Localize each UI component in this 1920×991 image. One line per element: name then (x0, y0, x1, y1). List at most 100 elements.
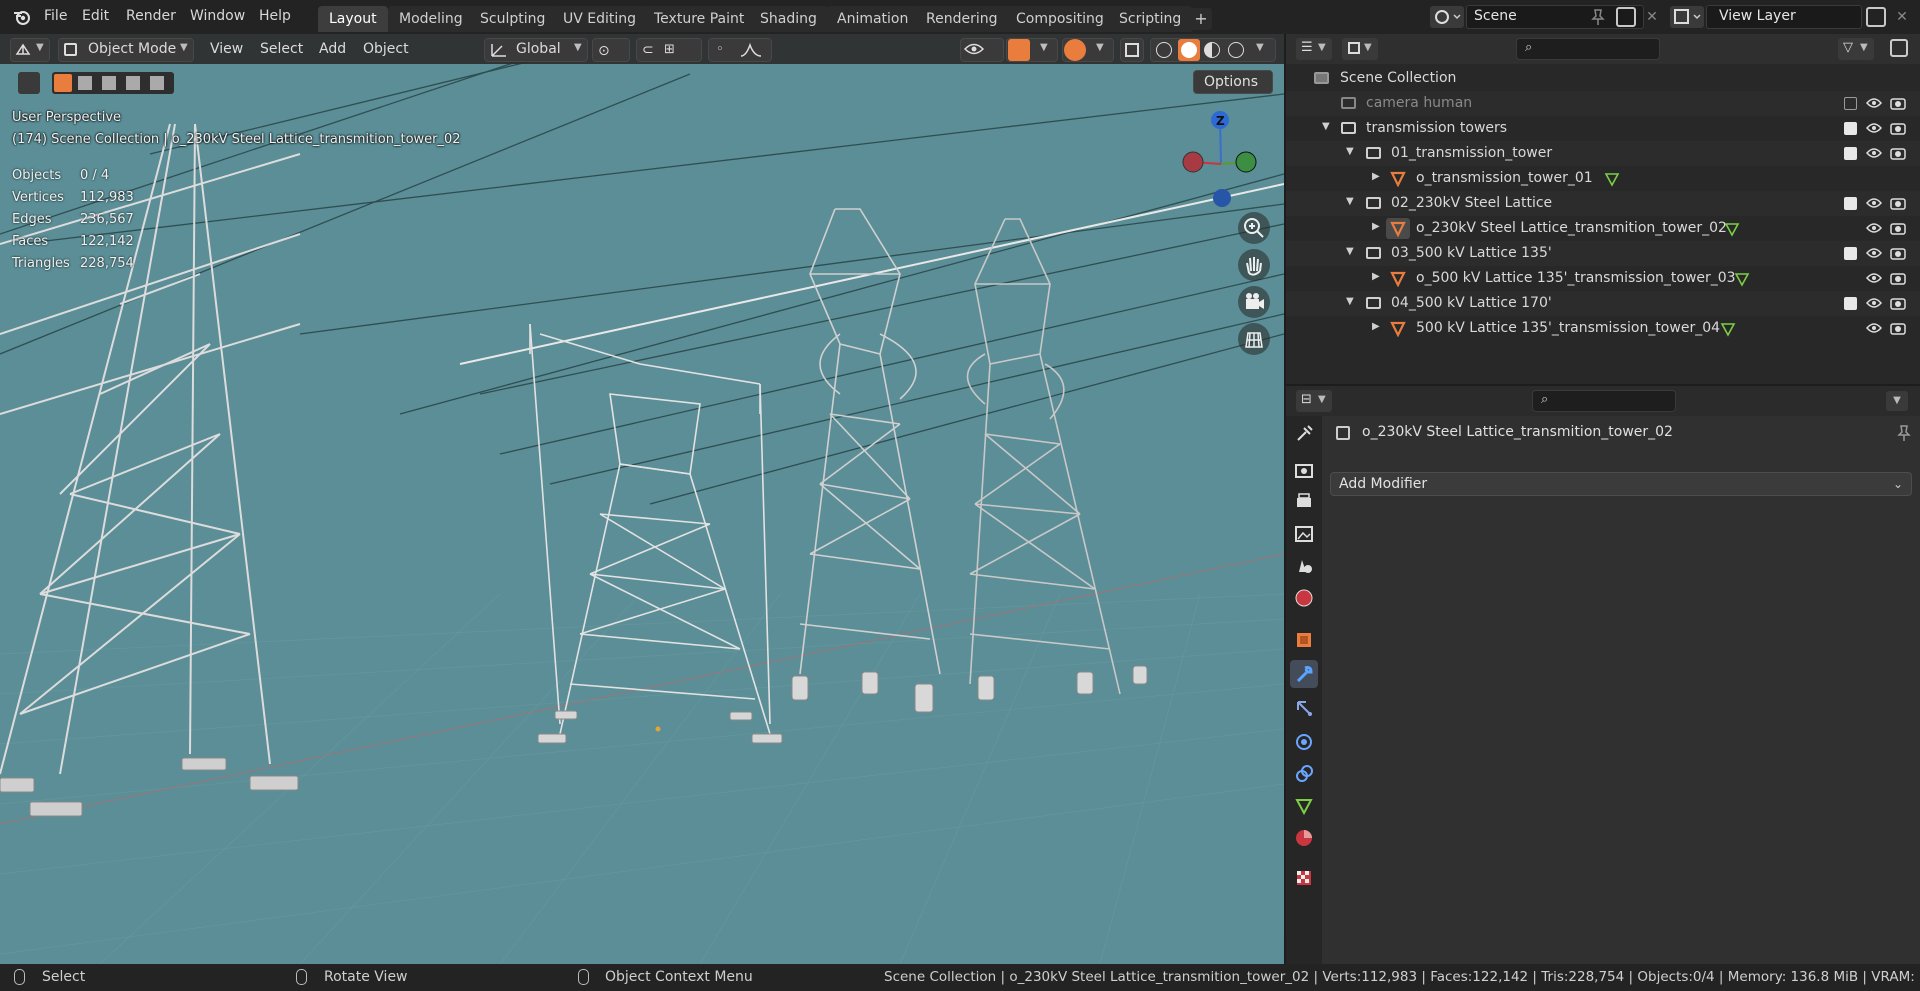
select-intersect-icon[interactable] (150, 76, 164, 90)
eye-icon[interactable] (1866, 196, 1882, 210)
tool-tab[interactable] (1290, 420, 1318, 448)
viewport-scene[interactable] (0, 34, 1284, 964)
expand-arrow-icon[interactable]: ▼ (1346, 296, 1354, 307)
add-workspace-button[interactable]: + (1190, 8, 1212, 30)
eye-icon[interactable] (1866, 121, 1882, 135)
navigation-gizmo[interactable]: Z (1176, 104, 1266, 214)
menu-window[interactable]: Window (190, 8, 245, 24)
scene-browse-icon[interactable] (1430, 6, 1464, 28)
mesh-data-icon[interactable] (1734, 271, 1750, 287)
outliner-row-02-230kv-steel-lattice[interactable]: ▼ 02_230kV Steel Lattice (1286, 191, 1920, 216)
pin-icon[interactable] (1590, 8, 1606, 26)
output-tab[interactable] (1290, 488, 1318, 516)
properties-options-chevron-icon[interactable]: ▼ (1886, 391, 1908, 411)
outliner-editor-type-button[interactable]: ☰ ▼ (1296, 38, 1332, 60)
new-collection-icon[interactable] (1890, 39, 1908, 57)
new-scene-icon[interactable] (1616, 7, 1636, 27)
pin-icon[interactable] (1896, 424, 1912, 442)
physics-tab[interactable] (1290, 728, 1318, 756)
select-new-icon[interactable] (54, 74, 72, 92)
blender-logo-icon[interactable] (12, 7, 32, 27)
rendered-shading-icon[interactable] (1228, 42, 1244, 58)
menu-select[interactable]: Select (260, 41, 303, 57)
outliner-row-04-500kv-lattice-170[interactable]: ▼ 04_500 kV Lattice 170' (1286, 291, 1920, 316)
expand-arrow-icon[interactable]: ▶ (1372, 271, 1380, 282)
tab-sculpting[interactable]: Sculpting (469, 6, 557, 32)
outliner-row-01-transmission-tower[interactable]: ▼ 01_transmission_tower (1286, 141, 1920, 166)
render-camera-icon[interactable] (1890, 271, 1906, 285)
expand-arrow-icon[interactable]: ▶ (1372, 221, 1380, 232)
include-checkbox[interactable] (1844, 122, 1857, 135)
add-modifier-dropdown[interactable]: Add Modifier ⌄ (1330, 472, 1912, 496)
select-subtract-icon[interactable] (102, 76, 116, 90)
properties-search-input[interactable]: ⌕ (1532, 390, 1676, 412)
constraints-tab[interactable] (1290, 760, 1318, 788)
expand-arrow-icon[interactable]: ▼ (1346, 146, 1354, 157)
render-camera-icon[interactable] (1890, 221, 1906, 235)
mesh-data-icon[interactable] (1604, 171, 1620, 187)
outliner-row-500kv-tower-04[interactable]: ▶ 500 kV Lattice 135'_transmission_tower… (1286, 316, 1920, 341)
tab-texture-paint[interactable]: Texture Paint (643, 6, 756, 32)
render-camera-icon[interactable] (1890, 146, 1906, 160)
delete-view-layer-icon[interactable]: ✕ (1892, 7, 1912, 27)
mesh-data-icon[interactable] (1724, 221, 1740, 237)
include-checkbox[interactable] (1844, 247, 1857, 260)
menu-render[interactable]: Render (126, 8, 176, 24)
render-camera-icon[interactable] (1890, 296, 1906, 310)
texture-tab[interactable] (1290, 864, 1318, 892)
options-button[interactable]: Options (1193, 70, 1273, 94)
delete-scene-icon[interactable]: ✕ (1642, 7, 1662, 27)
display-mode-button[interactable]: ▼ (1342, 38, 1378, 60)
include-checkbox[interactable] (1844, 97, 1857, 110)
menu-file[interactable]: File (44, 8, 67, 24)
eye-icon[interactable] (1866, 271, 1882, 285)
eye-icon[interactable] (1866, 246, 1882, 260)
render-camera-icon[interactable] (1890, 246, 1906, 260)
tab-rendering[interactable]: Rendering (915, 6, 1009, 32)
tab-modeling[interactable]: Modeling (388, 6, 474, 32)
eye-icon[interactable] (1866, 296, 1882, 310)
render-camera-icon[interactable] (1890, 196, 1906, 210)
expand-arrow-icon[interactable]: ▼ (1322, 121, 1330, 132)
properties-editor-type-button[interactable]: ⊟ ▼ (1296, 390, 1332, 412)
outliner-row-o-230kv-tower-02[interactable]: ▶ o_230kV Steel Lattice_transmition_towe… (1286, 216, 1920, 241)
menu-object[interactable]: Object (363, 41, 409, 57)
menu-add[interactable]: Add (319, 41, 346, 57)
zoom-button[interactable] (1238, 212, 1270, 244)
material-tab[interactable] (1290, 824, 1318, 852)
eye-icon[interactable] (1866, 146, 1882, 160)
outliner-row-scene-collection[interactable]: Scene Collection (1286, 66, 1920, 91)
outliner-row-03-500kv-lattice-135[interactable]: ▼ 03_500 kV Lattice 135' (1286, 241, 1920, 266)
include-checkbox[interactable] (1844, 197, 1857, 210)
outliner-row-camera-human[interactable]: camera human (1286, 91, 1920, 116)
camera-view-button[interactable] (1238, 286, 1270, 318)
world-tab[interactable] (1290, 584, 1318, 612)
tab-animation[interactable]: Animation (826, 6, 920, 32)
select-box-tool-icon[interactable] (18, 72, 40, 94)
render-camera-icon[interactable] (1890, 321, 1906, 335)
select-invert-icon[interactable] (126, 76, 140, 90)
include-checkbox[interactable] (1844, 297, 1857, 310)
material-shading-icon[interactable] (1204, 42, 1220, 58)
wireframe-shading-icon[interactable] (1156, 42, 1172, 58)
render-tab[interactable] (1290, 456, 1318, 484)
expand-arrow-icon[interactable]: ▼ (1346, 246, 1354, 257)
tab-compositing[interactable]: Compositing (1005, 6, 1115, 32)
menu-view[interactable]: View (210, 41, 243, 57)
eye-icon[interactable] (1866, 321, 1882, 335)
outliner-row-o-transmission-tower-01[interactable]: ▶ o_transmission_tower_01 (1286, 166, 1920, 191)
eye-icon[interactable] (1866, 221, 1882, 235)
filter-button[interactable]: ▽ ▼ (1838, 38, 1874, 60)
data-tab[interactable] (1290, 792, 1318, 820)
menu-edit[interactable]: Edit (82, 8, 109, 24)
particles-tab[interactable] (1290, 694, 1318, 722)
expand-arrow-icon[interactable]: ▼ (1346, 196, 1354, 207)
outliner-row-transmission-towers[interactable]: ▼ transmission towers (1286, 116, 1920, 141)
select-extend-icon[interactable] (78, 76, 92, 90)
render-camera-icon[interactable] (1890, 121, 1906, 135)
ortho-toggle-button[interactable] (1238, 323, 1270, 355)
render-camera-icon[interactable] (1890, 96, 1906, 110)
menu-help[interactable]: Help (259, 8, 291, 24)
expand-arrow-icon[interactable]: ▶ (1372, 171, 1380, 182)
view-layer-tab[interactable] (1290, 520, 1318, 548)
